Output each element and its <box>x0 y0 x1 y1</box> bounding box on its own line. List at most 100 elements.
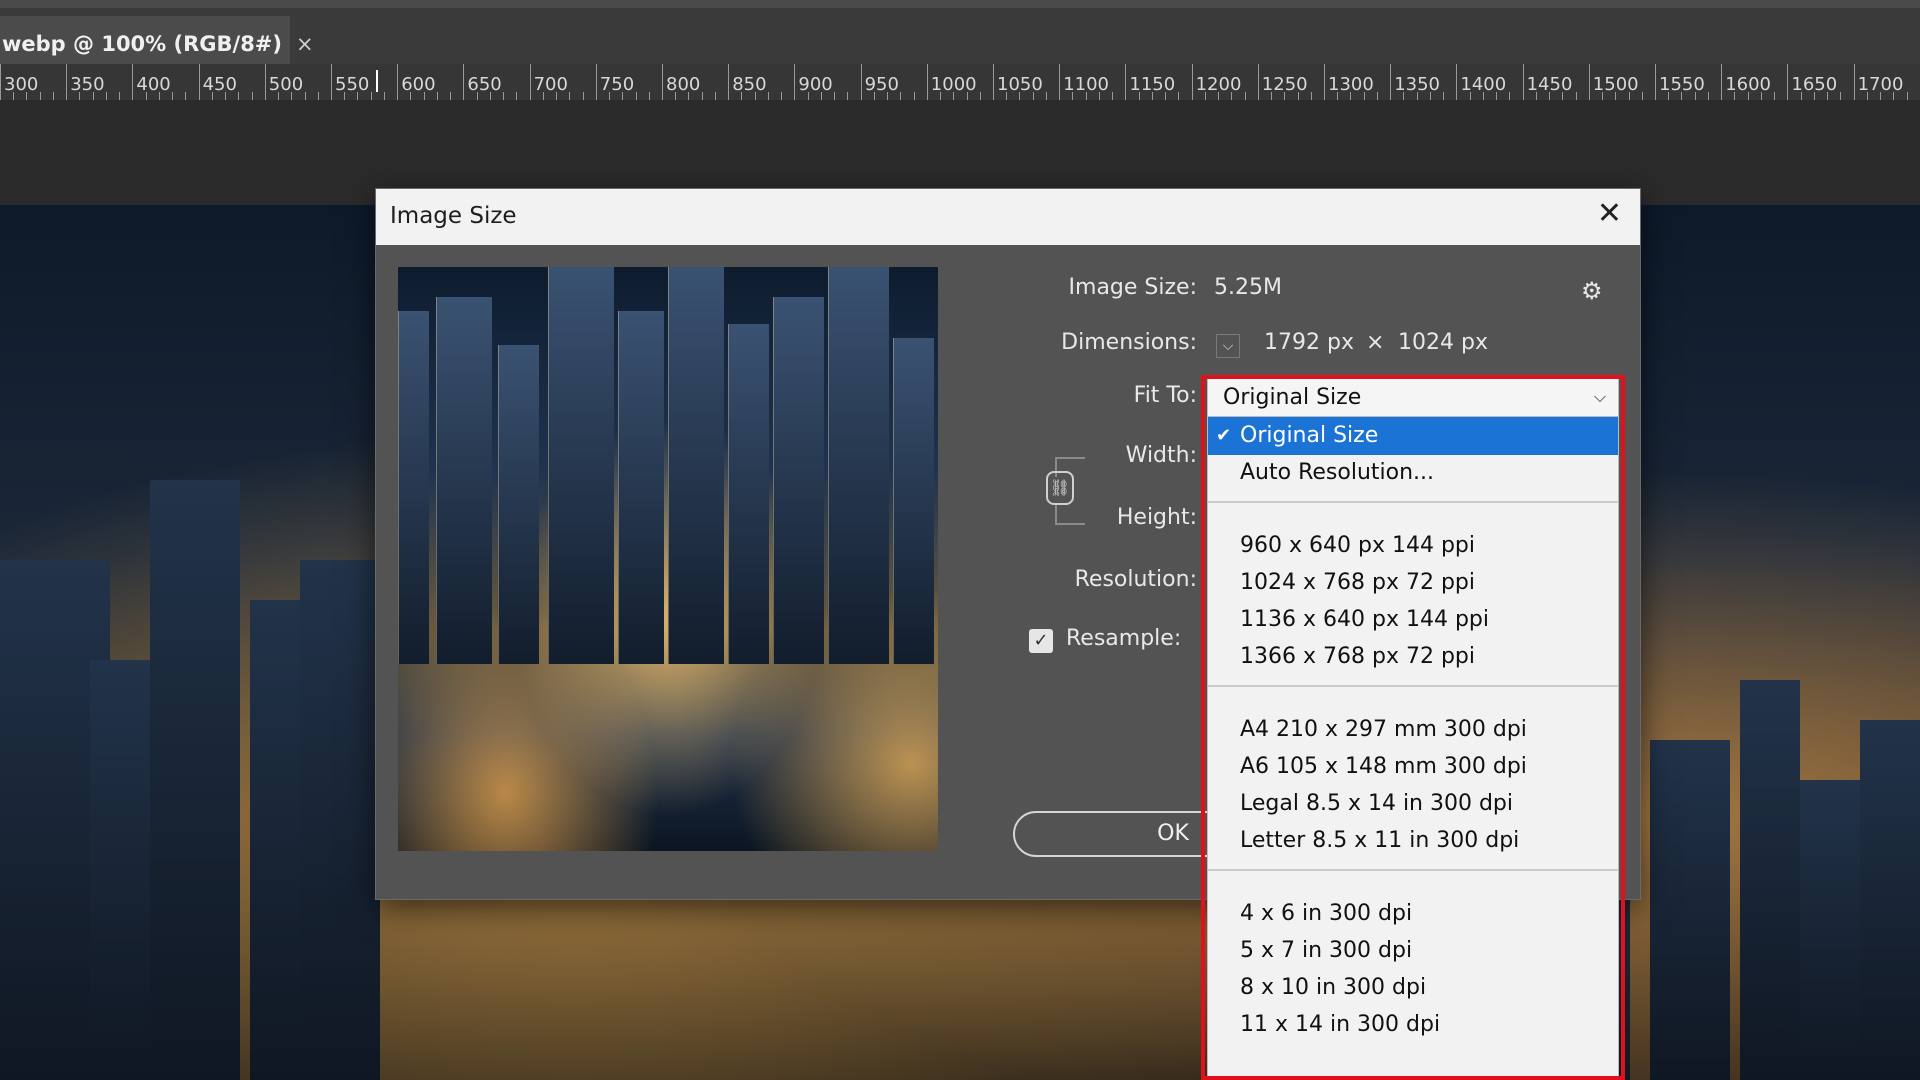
ruler-minor-tick <box>1151 92 1153 100</box>
background-building <box>1860 720 1920 1080</box>
dimensions-height-value: 1024 px <box>1398 330 1488 355</box>
fit-to-option-label: A4 210 x 297 mm 300 dpi <box>1240 717 1527 742</box>
ruler-minor-tick <box>251 92 253 100</box>
background-building <box>1650 740 1730 1080</box>
preview-building <box>728 324 769 665</box>
ruler-minor-tick <box>489 92 491 100</box>
ruler-minor-tick <box>1774 92 1776 100</box>
ruler-minor-tick <box>648 92 650 100</box>
ruler-minor-tick <box>1032 92 1034 100</box>
ruler-minor-tick <box>1615 92 1617 100</box>
gear-icon[interactable]: ⚙ <box>1581 277 1603 305</box>
fit-to-option[interactable]: 1024 x 768 px 72 ppi <box>1208 564 1618 602</box>
ruler-tick <box>1059 64 1061 100</box>
ruler-minor-tick <box>52 92 54 100</box>
height-label: Height: <box>1116 505 1197 530</box>
horizontal-ruler[interactable]: 300 350 400 450 500 550 600 650 700 750 800 850 900 9… <box>0 64 1920 101</box>
ruler-tick <box>794 64 796 100</box>
ruler-tick <box>662 64 663 100</box>
ruler-minor-tick <box>1165 92 1167 100</box>
ruler-minor-tick <box>1602 92 1604 100</box>
close-icon[interactable]: ✕ <box>1597 199 1622 229</box>
fit-to-option[interactable]: 1136 x 640 px 144 ppi <box>1208 601 1618 639</box>
ruler-label: 850 <box>732 74 767 95</box>
fit-to-option[interactable]: ✔ Original Size <box>1208 417 1618 455</box>
background-building <box>300 560 380 1080</box>
ruler-label: 800 <box>666 74 701 95</box>
preview-building <box>398 310 429 665</box>
ruler-minor-tick <box>1443 92 1445 100</box>
ruler-minor-tick <box>304 92 306 100</box>
ruler-minor-tick <box>1138 92 1140 100</box>
ruler-tick <box>1257 64 1259 100</box>
fit-to-option-label: 1024 x 768 px 72 ppi <box>1240 570 1475 595</box>
fit-to-option-label: Legal 8.5 x 14 in 300 dpi <box>1240 791 1514 816</box>
preview-building <box>773 296 824 665</box>
resample-label: Resample: <box>1066 626 1182 651</box>
ruler-minor-tick <box>410 92 412 100</box>
ruler-minor-tick <box>13 92 15 100</box>
ruler-minor-tick <box>1178 92 1180 100</box>
ruler-minor-tick <box>701 92 703 100</box>
ruler-tick <box>1655 64 1656 100</box>
fit-to-option[interactable]: 5 x 7 in 300 dpi <box>1208 932 1618 970</box>
ruler-label: 650 <box>467 74 502 95</box>
ruler-minor-tick <box>1813 92 1815 100</box>
ruler-minor-tick <box>1006 92 1008 100</box>
close-icon[interactable]: × <box>296 32 314 56</box>
fit-to-label: Fit To: <box>1133 383 1197 408</box>
ruler-minor-tick <box>172 92 174 100</box>
fit-to-option[interactable]: 4 x 6 in 300 dpi <box>1208 895 1618 933</box>
ruler-minor-tick <box>158 92 160 100</box>
fit-to-option[interactable]: Auto Resolution... <box>1208 454 1618 492</box>
ruler-minor-tick <box>609 92 611 100</box>
ruler-label: 950 <box>864 74 899 95</box>
preview-building <box>436 296 492 665</box>
fit-to-select[interactable]: Original Size ⌵ <box>1207 378 1619 417</box>
ruler-tick <box>595 64 597 100</box>
fit-to-option[interactable]: 11 x 14 in 300 dpi <box>1208 1006 1618 1044</box>
ruler-minor-tick <box>622 92 624 100</box>
image-size-label: Image Size: <box>1068 275 1197 300</box>
ruler-minor-tick <box>1893 92 1895 100</box>
ruler-minor-tick <box>754 92 756 100</box>
ruler-minor-tick <box>145 92 147 100</box>
menu-separator <box>1208 869 1618 871</box>
ruler-minor-tick <box>1098 92 1100 100</box>
fit-to-option-label: 1366 x 768 px 72 ppi <box>1240 644 1475 669</box>
fit-to-option[interactable]: 960 x 640 px 144 ppi <box>1208 527 1618 565</box>
ruler-minor-tick <box>1707 92 1709 100</box>
ruler-minor-tick <box>979 92 981 100</box>
ruler-label: 900 <box>798 74 833 95</box>
chain-link-icon[interactable]: ⛓ <box>1046 471 1074 505</box>
ruler-label: 450 <box>202 74 237 95</box>
ruler-minor-tick <box>1337 92 1339 100</box>
fit-to-option[interactable]: Letter 8.5 x 11 in 300 dpi <box>1208 822 1618 860</box>
ruler-minor-tick <box>1747 92 1749 100</box>
ruler-minor-tick <box>1284 92 1286 100</box>
ruler-minor-tick <box>1045 92 1047 100</box>
fit-to-option[interactable]: 8 x 10 in 300 dpi <box>1208 969 1618 1007</box>
ruler-minor-tick <box>820 92 822 100</box>
ruler-tick <box>331 64 332 100</box>
image-preview[interactable] <box>398 267 938 851</box>
ruler-tick <box>728 64 730 100</box>
ruler-label: 500 <box>268 74 304 95</box>
ruler-minor-tick <box>1218 92 1220 100</box>
resample-checkbox[interactable]: ✓ <box>1029 629 1053 653</box>
fit-to-option-label: Auto Resolution... <box>1240 460 1435 485</box>
ruler-minor-tick <box>1416 92 1418 100</box>
ruler-minor-tick <box>1429 92 1431 100</box>
ruler-minor-tick <box>675 92 677 100</box>
document-tab-bar: webp @ 100% (RGB/8#) × <box>0 0 1920 72</box>
chevron-down-icon[interactable]: ⌵ <box>1216 334 1240 358</box>
background-building <box>1740 680 1800 1080</box>
fit-to-menu: ✔ Original Size Auto Resolution... 960 x 64… <box>1207 417 1619 1080</box>
fit-to-option[interactable]: A4 210 x 297 mm 300 dpi <box>1208 711 1618 749</box>
ruler-minor-tick <box>1549 92 1551 100</box>
ruler-minor-tick <box>1866 92 1868 100</box>
fit-to-option[interactable]: Legal 8.5 x 14 in 300 dpi <box>1208 785 1618 823</box>
fit-to-option[interactable]: A6 105 x 148 mm 300 dpi <box>1208 748 1618 786</box>
fit-to-option[interactable]: 1366 x 768 px 72 ppi <box>1208 638 1618 676</box>
ruler-minor-tick <box>516 92 518 100</box>
